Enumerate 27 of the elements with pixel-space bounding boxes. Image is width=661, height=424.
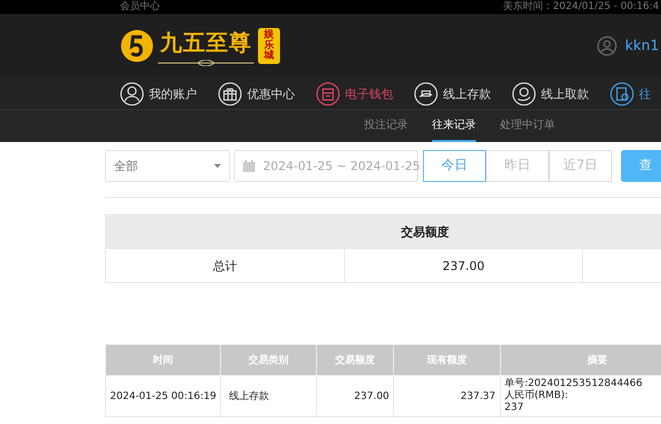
table-cell: 237.00	[344, 248, 582, 282]
summary-line: 237	[504, 402, 525, 414]
table-header: 交易额度	[106, 214, 661, 248]
table-cell: 总计	[106, 248, 344, 282]
date-range-button[interactable]: 今日	[423, 150, 486, 182]
nav-item[interactable]: 电子钱包	[316, 82, 414, 106]
summary-line: 单号:202401253512844466	[504, 378, 644, 390]
table-cell: 237.37	[394, 376, 500, 416]
nav-item[interactable]: 我的账户	[120, 82, 218, 106]
date-range-field[interactable]: 2024-01-25 ~ 2024-01-25	[234, 150, 418, 182]
table-cell: 线上存款	[220, 376, 317, 416]
sub-tab[interactable]: 投注记录	[364, 110, 408, 142]
username[interactable]: kkn1	[625, 36, 659, 56]
table-cell: 2024-01-25 00:16:19	[106, 376, 221, 416]
nav-item[interactable]: 线上取款	[512, 82, 610, 106]
nav-item[interactable]: 优惠中心	[218, 82, 316, 106]
logo-badge: 娱乐城	[258, 28, 280, 64]
top-link[interactable]: 会员中心	[120, 0, 160, 14]
sub-tab[interactable]: 处理中订单	[500, 110, 555, 142]
sub-tab[interactable]: 往来记录	[432, 110, 476, 142]
nav-item[interactable]: 线上存款	[414, 82, 512, 106]
table-cell: 237.00	[316, 376, 394, 416]
nav-item[interactable]: 往	[610, 82, 651, 106]
server-time: 美东时间：2024/01/25 - 00:16:4	[502, 0, 659, 14]
logo-text: 九五至尊	[160, 28, 252, 58]
summary-line: 人民币(RMB):	[504, 390, 570, 402]
type-select[interactable]: 全部	[105, 150, 230, 182]
